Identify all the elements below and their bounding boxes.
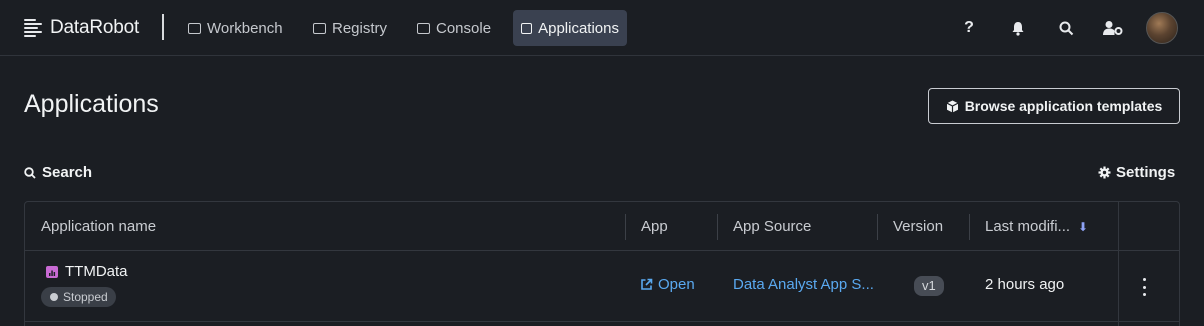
workbench-icon: [188, 22, 201, 34]
bell-svg: [1012, 21, 1024, 36]
last-modified-value: 2 hours ago: [985, 276, 1065, 293]
nav-workbench-label: Workbench: [207, 19, 283, 37]
chart-app-icon: [46, 266, 58, 278]
settings-label: Settings: [1116, 164, 1176, 181]
browse-button-label: Browse application templates: [964, 98, 1163, 114]
column-header-app[interactable]: App: [641, 202, 668, 251]
help-glyph: ?: [964, 19, 974, 36]
nav-applications-label: Applications: [538, 19, 619, 37]
open-link-label: Open: [658, 276, 695, 293]
column-divider[interactable]: [877, 214, 878, 240]
application-name[interactable]: TTMData: [65, 263, 128, 280]
datarobot-logo-icon: [24, 18, 42, 38]
table-row[interactable]: TTMData Stopped Open Data Analyst App S.…: [25, 252, 1179, 322]
external-link-icon: [641, 278, 653, 290]
nav-registry-label: Registry: [332, 19, 388, 37]
help-icon[interactable]: ?: [956, 15, 982, 41]
datarobot-logo[interactable]: DataRobot: [24, 17, 139, 39]
column-label: Last modifi...: [985, 218, 1071, 235]
app-source-link[interactable]: Data Analyst App S...: [733, 276, 874, 293]
column-label: App: [641, 218, 668, 235]
column-header-version[interactable]: Version: [893, 202, 943, 251]
applications-icon: [521, 22, 533, 34]
column-divider[interactable]: [717, 214, 718, 240]
column-label: Application name: [41, 218, 157, 235]
brand-divider: [162, 14, 164, 40]
user-settings-icon[interactable]: [1100, 15, 1126, 41]
status-dot-icon: [50, 293, 58, 301]
version-badge: v1: [914, 276, 944, 296]
package-icon: [946, 100, 958, 112]
sort-descending-icon[interactable]: ⬇: [1078, 220, 1088, 234]
search-svg: [1059, 21, 1073, 35]
nav-console[interactable]: Console: [409, 10, 499, 46]
open-app-link[interactable]: Open: [640, 276, 695, 293]
applications-table: Application name App App Source Version …: [24, 201, 1180, 326]
user-avatar[interactable]: [1146, 12, 1178, 44]
nav-workbench[interactable]: Workbench: [180, 10, 291, 46]
search-small-icon: [24, 166, 36, 179]
column-label: Version: [893, 218, 944, 235]
column-divider[interactable]: [625, 214, 626, 240]
notifications-bell-icon[interactable]: [1005, 15, 1031, 41]
browse-application-templates-button[interactable]: Browse application templates: [928, 88, 1180, 124]
column-divider[interactable]: [969, 214, 970, 240]
nav-registry[interactable]: Registry: [305, 10, 395, 46]
registry-icon: [313, 22, 326, 34]
column-label: App Source: [733, 218, 812, 235]
page-title: Applications: [24, 90, 159, 118]
search-toggle[interactable]: Search: [24, 164, 92, 181]
column-header-application-name[interactable]: Application name: [41, 202, 156, 251]
status-label: Stopped: [63, 290, 108, 304]
search-label: Search: [42, 164, 93, 181]
user-settings-svg: [1103, 21, 1123, 35]
gear-icon: [1098, 166, 1111, 179]
table-header: Application name App App Source Version …: [25, 202, 1179, 251]
nav-applications[interactable]: Applications: [513, 10, 627, 46]
brand-name: DataRobot: [50, 17, 140, 38]
column-header-app-source[interactable]: App Source: [733, 202, 811, 251]
search-icon[interactable]: [1053, 15, 1079, 41]
column-header-last-modified[interactable]: Last modifi... ⬇: [985, 202, 1088, 251]
status-badge: Stopped: [41, 287, 116, 307]
settings-button[interactable]: Settings: [1098, 164, 1175, 181]
console-icon: [417, 22, 430, 34]
top-navigation-bar: DataRobot Workbench Registry Console App…: [0, 0, 1204, 56]
row-actions-menu-icon[interactable]: [1136, 278, 1152, 296]
nav-console-label: Console: [436, 19, 492, 37]
